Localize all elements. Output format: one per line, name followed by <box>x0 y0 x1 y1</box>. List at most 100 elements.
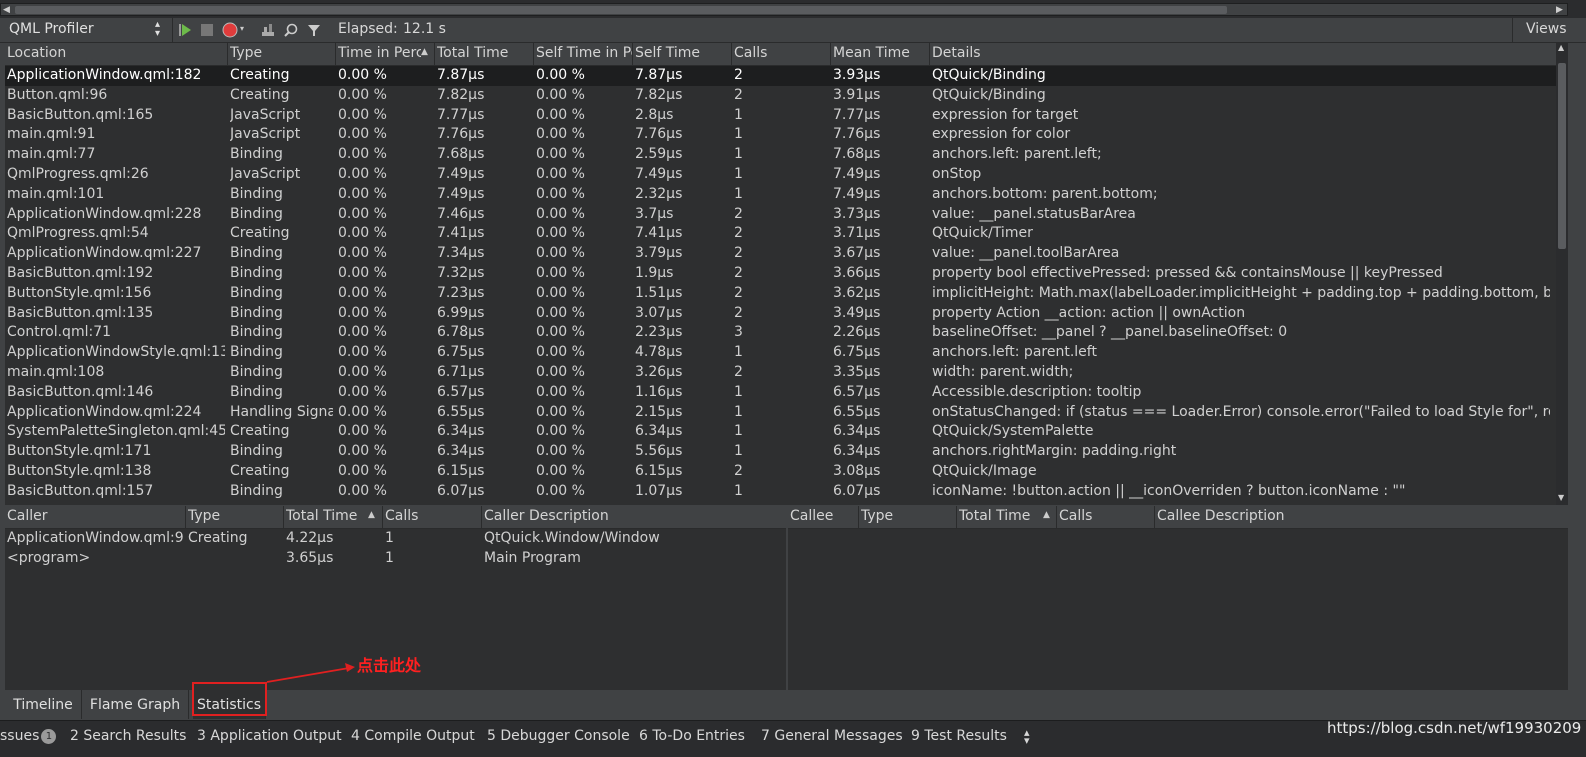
filter-icon[interactable] <box>305 21 323 39</box>
column-header-details[interactable]: Details <box>932 45 1532 61</box>
output-pane-application-output[interactable]: 3 Application Output <box>197 728 342 744</box>
column-header-callee-type[interactable]: Type <box>861 508 953 524</box>
cell-location: BasicButton.qml:165 <box>7 106 154 123</box>
view-selector[interactable]: QML Profiler ▴ ▾ <box>5 20 171 40</box>
output-pane-test-results[interactable]: 9 Test Results <box>911 728 1007 744</box>
cell-time-in-percent: 0.00 % <box>338 166 387 182</box>
output-pane-compile-output[interactable]: 4 Compile Output <box>351 728 475 744</box>
cell-mean-time: 3.49µs <box>833 304 881 321</box>
column-header-callee[interactable]: Callee <box>790 508 856 524</box>
column-header-time-in-percent[interactable]: Time in Perc <box>338 45 421 61</box>
annotation-arrow-icon <box>266 663 355 683</box>
top-strip: ◀ ▶ <box>0 0 1586 18</box>
more-panes-icon[interactable]: ▴ ▾ <box>1024 727 1030 746</box>
table-row[interactable]: BasicButton.qml:192 Binding 0.00 % 7.32µs 0.… <box>5 264 1556 284</box>
table-row[interactable]: BasicButton.qml:165 JavaScript 0.00 % 7.77µ… <box>5 106 1556 126</box>
record-icon[interactable] <box>221 21 239 39</box>
table-row[interactable]: BasicButton.qml:157 Binding 0.00 % 6.07µs 0.… <box>5 482 1556 502</box>
output-pane-issues[interactable]: ssues 1 <box>0 728 57 744</box>
table-row[interactable]: QmlProgress.qml:54 Creating 0.00 % 7.41µs 0.… <box>5 224 1556 244</box>
statistics-table[interactable]: Location Type Time in Perc ▲ Total Time … <box>5 43 1556 505</box>
sort-ascending-icon: ▲ <box>368 510 375 520</box>
cell-time-in-percent: 0.00 % <box>338 126 387 143</box>
tab-flame-graph[interactable]: Flame Graph <box>82 690 189 719</box>
output-pane-search-results[interactable]: 2 Search Results <box>70 728 186 744</box>
output-pane-general-messages[interactable]: 7 General Messages <box>761 728 903 744</box>
column-header-location[interactable]: Location <box>7 45 225 61</box>
cell-mean-time: 7.68µs <box>833 146 881 163</box>
horizontal-scrollbar-thumb[interactable] <box>15 6 1227 14</box>
column-header-callee-calls[interactable]: Calls <box>1059 508 1151 524</box>
vertical-scrollbar-thumb[interactable] <box>1558 63 1566 249</box>
column-header-caller-description[interactable]: Caller Description <box>484 508 774 524</box>
table-row[interactable]: ButtonStyle.qml:171 Binding 0.00 % 6.34µs 0.… <box>5 442 1556 462</box>
output-pane-debugger-console[interactable]: 5 Debugger Console <box>487 728 630 744</box>
table-row[interactable]: BasicButton.qml:135 Binding 0.00 % 6.99µs 0.… <box>5 304 1556 324</box>
cell-details: implicitHeight: Math.max(labelLoader.imp… <box>932 284 1550 301</box>
callee-table[interactable]: Callee Type Total Time ▲ Calls Callee De… <box>788 506 1568 690</box>
horizontal-scrollbar[interactable]: ◀ ▶ <box>0 3 1568 16</box>
table-row[interactable]: QmlProgress.qml:26 JavaScript 0.00 % 7.49µs… <box>5 165 1556 185</box>
table-row[interactable]: main.qml:77 Binding 0.00 % 7.68µs 0.00 % 2.59… <box>5 145 1556 165</box>
column-header-caller-calls[interactable]: Calls <box>385 508 477 524</box>
search-icon[interactable] <box>282 21 300 39</box>
column-header-caller-type[interactable]: Type <box>188 508 280 524</box>
recorded-features-icon[interactable] <box>259 21 277 39</box>
views-menu[interactable]: Views <box>1526 21 1567 37</box>
cell-self-time-in-percent: 0.00 % <box>536 463 585 479</box>
cell-self-time: 6.15µs <box>635 463 683 479</box>
caller-row[interactable]: <program> 3.65µs 1 Main Program <box>5 549 786 569</box>
column-header-self-time-in-percent[interactable]: Self Time in Pe <box>536 45 632 61</box>
table-row[interactable]: Control.qml:71 Binding 0.00 % 6.78µs 0.00 % 2… <box>5 323 1556 343</box>
scroll-down-arrow-icon[interactable]: ▼ <box>1558 493 1564 502</box>
table-row[interactable]: main.qml:91 JavaScript 0.00 % 7.76µs 0.00 % 7… <box>5 125 1556 145</box>
cell-self-time: 7.76µs <box>635 126 683 143</box>
tab-timeline[interactable]: Timeline <box>5 690 82 719</box>
column-header-caller-total-time[interactable]: Total Time <box>286 508 366 524</box>
column-header-caller[interactable]: Caller <box>7 508 183 524</box>
output-pane-todo-entries[interactable]: 6 To-Do Entries <box>639 728 745 744</box>
table-row[interactable]: ApplicationWindow.qml:224 Handling Signal… <box>5 403 1556 423</box>
table-row[interactable]: ApplicationWindow.qml:227 Binding 0.00 % 7.… <box>5 244 1556 264</box>
table-row[interactable]: ApplicationWindow.qml:182 Creating 0.00 % 7… <box>5 66 1556 86</box>
table-row[interactable]: ApplicationWindow.qml:228 Binding 0.00 % 7.… <box>5 205 1556 225</box>
column-header-calls[interactable]: Calls <box>734 45 828 61</box>
column-header-callee-description[interactable]: Callee Description <box>1157 508 1457 524</box>
column-header-mean-time[interactable]: Mean Time <box>833 45 927 61</box>
scroll-left-arrow-icon[interactable]: ◀ <box>3 5 10 15</box>
table-row[interactable]: ApplicationWindowStyle.qml:130 Binding 0.0… <box>5 343 1556 363</box>
cell-details: anchors.left: parent.left; <box>932 146 1102 163</box>
table-row[interactable]: Button.qml:96 Creating 0.00 % 7.82µs 0.00 % 7… <box>5 86 1556 106</box>
record-options-icon[interactable]: ▾ <box>240 24 244 33</box>
cell-time-in-percent: 0.00 % <box>338 146 387 163</box>
cell-location: QmlProgress.qml:26 <box>7 166 149 182</box>
cell-total-time: 7.76µs <box>437 126 485 143</box>
caller-row[interactable]: ApplicationWindow.qml:91 Creating 4.22µs 1 Q… <box>5 529 786 549</box>
cell-mean-time: 6.34µs <box>833 423 881 440</box>
table-row[interactable]: main.qml:108 Binding 0.00 % 6.71µs 0.00 % 3.2… <box>5 363 1556 383</box>
cell-type: JavaScript <box>230 106 301 123</box>
cell-mean-time: 3.93µs <box>833 67 881 83</box>
column-header-self-time[interactable]: Self Time <box>635 45 729 61</box>
table-row[interactable]: ButtonStyle.qml:138 Creating 0.00 % 6.15µs 0… <box>5 462 1556 482</box>
scroll-right-arrow-icon[interactable]: ▶ <box>1556 5 1563 15</box>
cell-calls: 2 <box>734 245 743 262</box>
cell-total-time: 6.99µs <box>437 304 485 321</box>
column-header-total-time[interactable]: Total Time <box>437 45 531 61</box>
cell-details: width: parent.width; <box>932 364 1074 380</box>
vertical-scrollbar[interactable]: ▲ ▼ <box>1556 43 1568 505</box>
scroll-up-arrow-icon[interactable]: ▲ <box>1558 43 1564 52</box>
table-row[interactable]: main.qml:101 Binding 0.00 % 7.49µs 0.00 % 2.3… <box>5 185 1556 205</box>
table-row[interactable]: BasicButton.qml:146 Binding 0.00 % 6.57µs 0.… <box>5 383 1556 403</box>
cell-total-time: 7.82µs <box>437 86 485 103</box>
cell-caller-total-time: 3.65µs <box>286 549 334 566</box>
stop-icon[interactable] <box>198 21 216 39</box>
cell-total-time: 6.34µs <box>437 423 485 440</box>
column-header-callee-total-time[interactable]: Total Time <box>959 508 1039 524</box>
table-row[interactable]: SystemPaletteSingleton.qml:45 Creating 0.0… <box>5 422 1556 442</box>
start-profiling-icon[interactable] <box>176 21 194 39</box>
cell-location: BasicButton.qml:192 <box>7 265 154 281</box>
cell-calls: 1 <box>734 344 743 361</box>
column-header-type[interactable]: Type <box>230 45 333 61</box>
table-row[interactable]: ButtonStyle.qml:156 Binding 0.00 % 7.23µs 0.… <box>5 284 1556 304</box>
